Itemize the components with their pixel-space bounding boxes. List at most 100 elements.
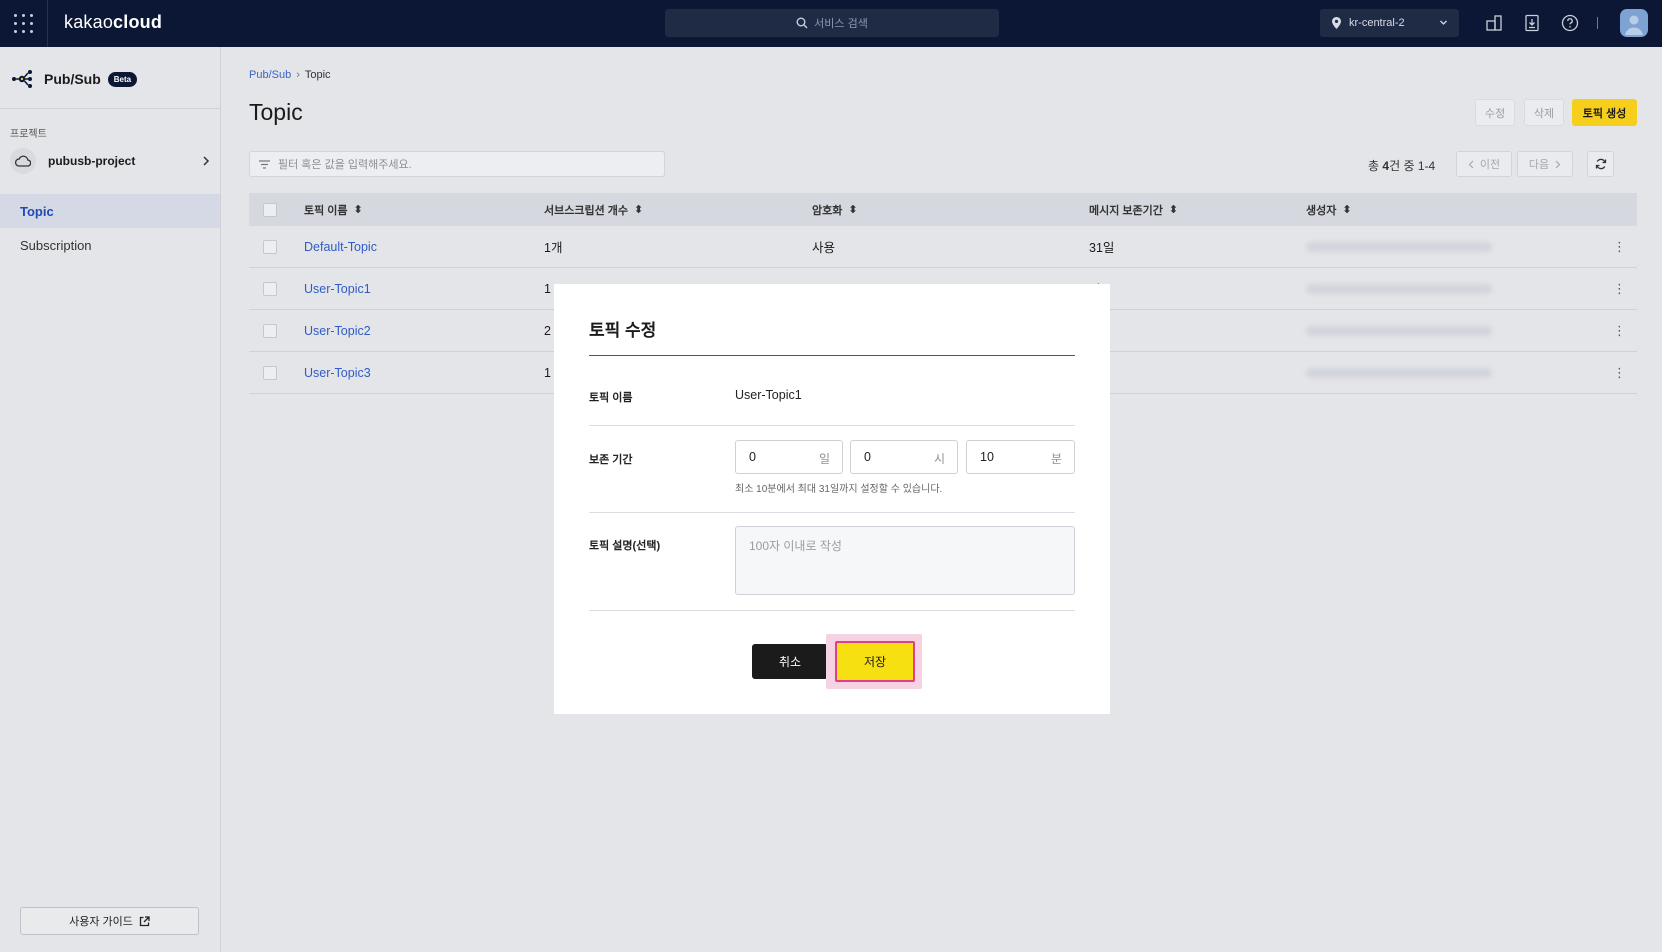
apps-grid-icon[interactable] <box>14 14 33 33</box>
modal-divider <box>589 610 1075 611</box>
subscription-count: 1 <box>544 365 551 380</box>
kakaocloud-logo[interactable]: kakaocloud <box>64 12 162 33</box>
more-options-icon[interactable]: ⋮ <box>1613 281 1626 297</box>
table-row[interactable]: Default-Topic 1개 사용 31일 ⋮ <box>249 226 1637 268</box>
chevron-down-icon <box>1440 20 1447 25</box>
breadcrumb: Pub/Sub › Topic <box>249 69 331 81</box>
help-icon[interactable] <box>1560 13 1580 33</box>
next-page-button[interactable]: 다음 <box>1517 151 1573 177</box>
subscription-count: 1개 <box>544 241 563 255</box>
topic-name-link[interactable]: User-Topic2 <box>304 324 371 338</box>
project-name: pubusb-project <box>48 154 136 168</box>
column-header-creator[interactable]: 생성자 ⬍ <box>1306 202 1352 218</box>
row-checkbox[interactable] <box>263 323 277 338</box>
console-layout-icon[interactable] <box>1484 13 1504 33</box>
retention-hours-input[interactable]: 0시 <box>850 440 958 474</box>
modal-title-divider <box>589 355 1075 356</box>
service-header: Pub/Sub Beta <box>11 67 138 91</box>
description-label: 토픽 설명(선택) <box>589 540 661 552</box>
subscription-count: 1 <box>544 281 551 296</box>
more-options-icon[interactable]: ⋮ <box>1613 365 1626 381</box>
sidebar-item-label: Topic <box>20 203 54 219</box>
refresh-icon <box>1595 158 1606 170</box>
sidebar: Pub/Sub Beta 프로젝트 pubusb-project Topic S… <box>0 47 221 952</box>
modal-divider <box>589 425 1075 426</box>
user-guide-button[interactable]: 사용자 가이드 <box>20 907 199 935</box>
creator-email-redacted <box>1306 325 1492 336</box>
region-label: kr-central-2 <box>1349 17 1405 29</box>
subscription-count: 2 <box>544 323 551 338</box>
creator-email-redacted <box>1306 283 1492 294</box>
encryption-status: 사용 <box>812 241 836 255</box>
sort-icon: ⬍ <box>848 204 858 216</box>
pagination-count: 총 4건 중 1-4 <box>1368 159 1436 173</box>
project-label: 프로젝트 <box>10 129 47 140</box>
sidebar-item-label: Subscription <box>20 238 92 253</box>
location-pin-icon <box>1332 17 1341 29</box>
download-document-icon[interactable] <box>1522 13 1542 33</box>
service-name: Pub/Sub <box>44 71 101 87</box>
cloud-icon <box>10 148 36 174</box>
more-options-icon[interactable]: ⋮ <box>1613 239 1626 255</box>
row-checkbox[interactable] <box>263 239 277 254</box>
sort-icon: ⬍ <box>353 204 363 216</box>
retention-minutes-input[interactable]: 10 분 <box>966 440 1075 474</box>
filter-input[interactable]: 필터 혹은 값을 입력해주세요. <box>249 151 665 177</box>
retention-days-input[interactable]: 0일 <box>735 440 843 474</box>
delete-button[interactable]: 삭제 <box>1524 99 1564 126</box>
chevron-right-icon <box>1555 160 1561 168</box>
table-header: 토픽 이름 ⬍ 서브스크립션 개수 ⬍ 암호화 ⬍ 메시지 보존기간 ⬍ 생성자 ⬍ <box>249 193 1637 226</box>
description-textarea[interactable]: 100자 이내로 작성 <box>735 526 1075 595</box>
column-header-subscriptions[interactable]: 서브스크립션 개수 ⬍ <box>544 202 643 218</box>
filter-placeholder: 필터 혹은 값을 입력해주세요. <box>278 159 412 171</box>
select-all-checkbox[interactable] <box>263 202 277 217</box>
column-header-retention[interactable]: 메시지 보존기간 ⬍ <box>1089 202 1178 218</box>
filter-icon <box>259 159 270 169</box>
breadcrumb-separator-icon: › <box>296 69 300 81</box>
row-checkbox[interactable] <box>263 281 277 296</box>
retention-help-text: 최소 10분에서 최대 31일까지 설정할 수 있습니다. <box>735 484 943 495</box>
more-options-icon[interactable]: ⋮ <box>1613 323 1626 339</box>
row-checkbox[interactable] <box>263 365 277 380</box>
sidebar-item-topic[interactable]: Topic <box>0 194 220 228</box>
user-guide-label: 사용자 가이드 <box>69 916 133 928</box>
region-selector[interactable]: kr-central-2 <box>1320 9 1459 37</box>
topic-name-label: 토픽 이름 <box>589 392 633 404</box>
topic-name-link[interactable]: User-Topic3 <box>304 366 371 380</box>
sidebar-item-subscription[interactable]: Subscription <box>20 238 92 253</box>
topic-name-link[interactable]: Default-Topic <box>304 240 377 254</box>
beta-badge: Beta <box>107 71 138 87</box>
sidebar-divider <box>0 108 220 109</box>
search-placeholder: 서비스 검색 <box>814 18 868 30</box>
breadcrumb-current: Topic <box>304 69 331 81</box>
user-icon <box>1625 15 1643 35</box>
save-button[interactable]: 저장 <box>835 641 915 682</box>
breadcrumb-pubsub-link[interactable]: Pub/Sub <box>249 69 291 81</box>
pubsub-icon <box>12 70 32 88</box>
retention-period: 31일 <box>1089 241 1115 255</box>
topic-name-value: User-Topic1 <box>735 388 802 402</box>
sort-icon: ⬍ <box>1168 204 1179 216</box>
search-icon <box>796 17 808 29</box>
project-selector[interactable]: pubusb-project <box>10 147 210 175</box>
cancel-button[interactable]: 취소 <box>752 644 828 679</box>
service-search-input[interactable]: 서비스 검색 <box>665 9 999 37</box>
chevron-left-icon <box>1468 160 1474 168</box>
modal-divider <box>589 512 1075 513</box>
refresh-button[interactable] <box>1587 151 1614 177</box>
external-link-icon <box>139 915 150 926</box>
edit-topic-modal: 토픽 수정 토픽 이름 User-Topic1 보존 기간 0일 0시 10 분 … <box>554 284 1110 714</box>
header-separator <box>1597 17 1598 29</box>
sort-icon: ⬍ <box>634 204 644 216</box>
column-header-encryption[interactable]: 암호화 ⬍ <box>812 202 858 218</box>
header-divider <box>47 0 48 47</box>
page-title: Topic <box>249 99 303 125</box>
retention-label: 보존 기간 <box>589 454 633 466</box>
column-header-name[interactable]: 토픽 이름 ⬍ <box>304 202 363 218</box>
modal-title: 토픽 수정 <box>589 321 657 340</box>
topic-name-link[interactable]: User-Topic1 <box>304 282 371 296</box>
prev-page-button[interactable]: 이전 <box>1456 151 1512 177</box>
user-avatar[interactable] <box>1620 9 1648 37</box>
create-topic-button[interactable]: 토픽 생성 <box>1572 99 1637 126</box>
edit-button[interactable]: 수정 <box>1475 99 1515 126</box>
